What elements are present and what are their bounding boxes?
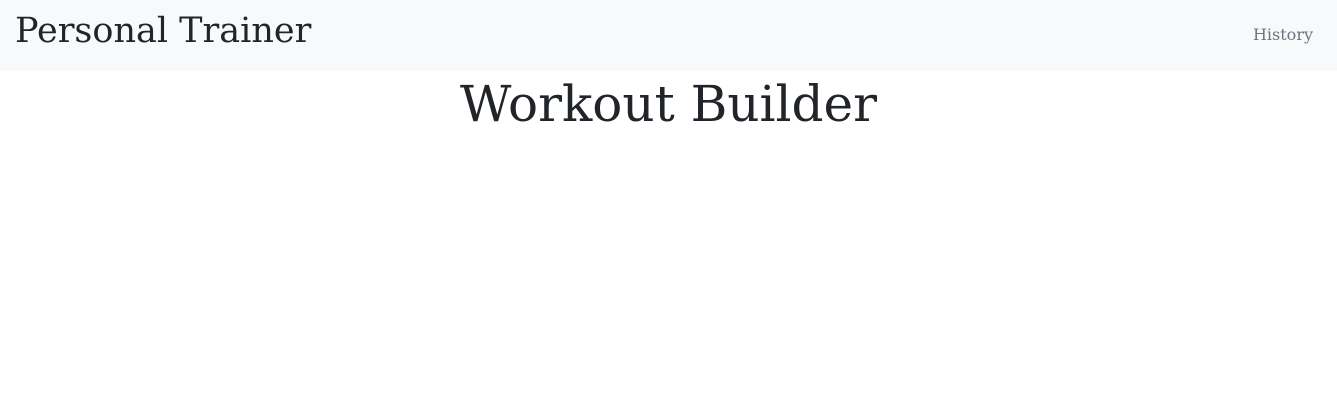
brand-link[interactable]: Personal Trainer — [15, 9, 311, 53]
top-navbar: Personal Trainer History — [0, 0, 1337, 71]
nav-link-history[interactable]: History — [1253, 24, 1313, 46]
main-content: Workout Builder — [0, 71, 1337, 408]
page-title: Workout Builder — [459, 75, 878, 133]
